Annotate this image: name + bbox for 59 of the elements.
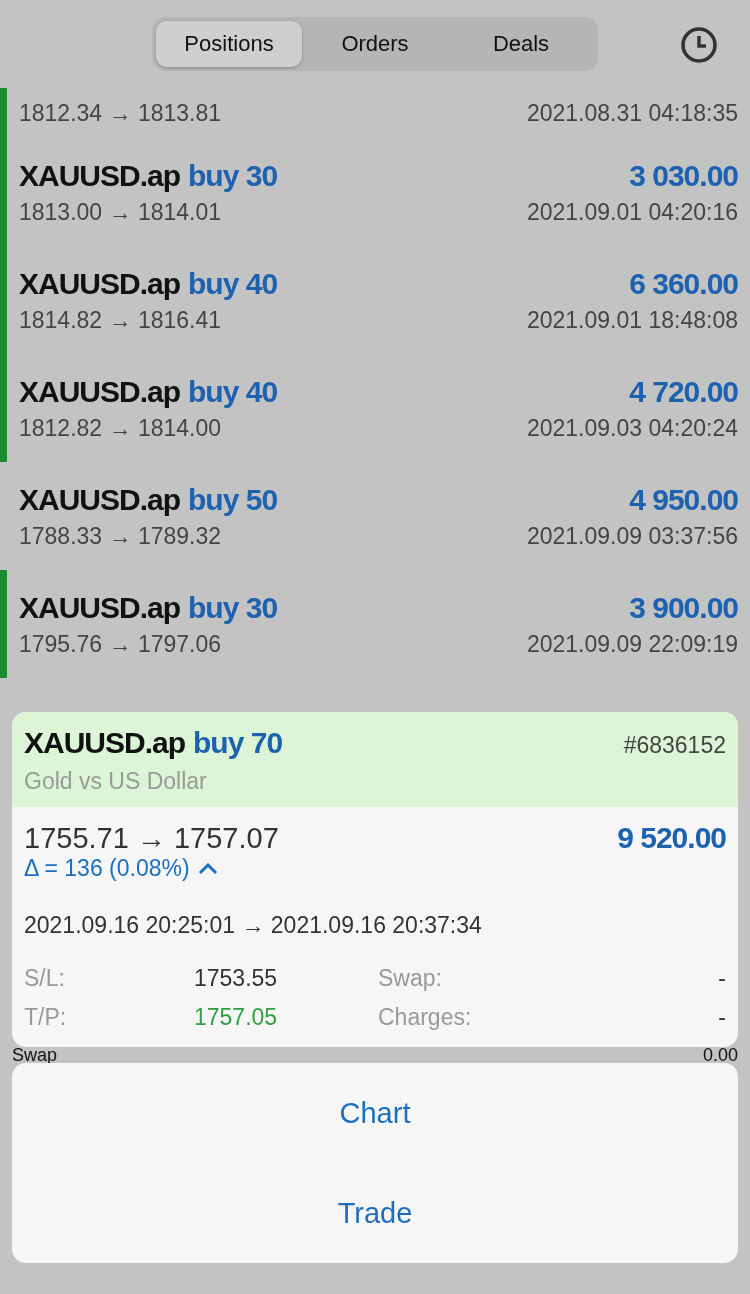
- deal-prices: 1812.82 → 1814.00: [19, 414, 222, 442]
- chevron-up-icon[interactable]: [197, 862, 218, 875]
- deal-time: 2021.09.01 18:48:08: [526, 306, 738, 334]
- deal-side: buy 40: [188, 374, 278, 408]
- deal-side: buy 30: [188, 590, 278, 624]
- deal-prices: 1812.34 → 1813.81: [19, 99, 222, 127]
- deal-profit: 4 950.00: [629, 482, 738, 517]
- deal-row[interactable]: 1812.34 → 1813.81 2021.08.31 04:18:35: [0, 88, 750, 138]
- field-value: 1757.05: [194, 1004, 278, 1031]
- deal-time: 2021.09.09 22:09:19: [526, 630, 738, 658]
- row-label: Swap: [12, 1047, 58, 1063]
- deal-prices: 1813.00 → 1814.01: [19, 198, 222, 226]
- deal-profit: 9 520.00: [617, 821, 726, 855]
- deal-symbol: XAUUSD.ap: [19, 266, 181, 300]
- deal-profit: 3 900.00: [629, 590, 738, 625]
- deal-prices: 1755.71 → 1757.07: [24, 822, 279, 855]
- field-label: Charges:: [378, 1004, 473, 1031]
- deal-time: 2021.09.03 04:20:24: [526, 414, 738, 442]
- deal-profit: 3 030.00: [629, 158, 738, 193]
- history-clock-icon[interactable]: [680, 26, 718, 64]
- deal-prices: 1814.82 → 1816.41: [19, 306, 222, 334]
- field-label: S/L:: [24, 965, 66, 992]
- deal-symbol: XAUUSD.ap: [19, 158, 181, 192]
- segment-tab[interactable]: Orders: [302, 21, 448, 67]
- segment-tab[interactable]: Deals: [448, 21, 594, 67]
- deal-time: 2021.09.01 04:20:16: [526, 198, 738, 226]
- deal-symbol: XAUUSD.ap: [19, 590, 181, 624]
- ticket-number: #6836152: [623, 732, 726, 759]
- deal-side: buy 40: [188, 266, 278, 300]
- deal-symbol: XAUUSD.ap: [24, 726, 186, 759]
- deal-time: 2021.08.31 04:18:35: [526, 99, 738, 127]
- field-value: -: [718, 965, 726, 992]
- row-value: 0.00: [702, 1047, 738, 1063]
- deal-side: buy 50: [188, 482, 278, 516]
- field-value: 1753.55: [194, 965, 278, 992]
- deal-side: buy 30: [188, 158, 278, 192]
- deal-row[interactable]: XAUUSD.ap buy 30 3 900.00 1795.76 → 1797.06 2021.09.09 22:09:19: [0, 570, 750, 678]
- deal-times: 2021.09.16 20:25:01 → 2021.09.16 20:37:34: [24, 912, 483, 939]
- action-button[interactable]: Chart: [12, 1063, 738, 1163]
- deal-prices: 1795.76 → 1797.06: [19, 630, 222, 658]
- symbol-description: Gold vs US Dollar: [24, 768, 208, 795]
- field-value: -: [718, 1004, 726, 1031]
- segment-tab[interactable]: Positions: [156, 21, 302, 67]
- deal-profit: 4 720.00: [629, 374, 738, 409]
- deal-time: 2021.09.09 03:37:56: [526, 522, 738, 550]
- deal-side: buy 70: [193, 726, 283, 759]
- field-label: T/P:: [24, 1004, 68, 1031]
- price-delta[interactable]: Δ = 136 (0.08%): [24, 855, 726, 882]
- deal-row[interactable]: XAUUSD.ap buy 30 3 030.00 1813.00 → 1814.01 2021.09.01 04:20:16: [0, 138, 750, 246]
- deal-symbol: XAUUSD.ap: [19, 482, 181, 516]
- deal-symbol: XAUUSD.ap: [19, 374, 181, 408]
- deal-profit: 6 360.00: [629, 266, 738, 301]
- deal-row[interactable]: XAUUSD.ap buy 40 4 720.00 1812.82 → 1814.00 2021.09.03 04:20:24: [0, 354, 750, 462]
- delta-text: Δ = 136 (0.08%): [24, 855, 190, 882]
- field-label: Swap:: [378, 965, 443, 992]
- deal-prices: 1788.33 → 1789.32: [19, 522, 222, 550]
- action-button[interactable]: Trade: [12, 1163, 738, 1263]
- deal-row[interactable]: XAUUSD.ap buy 40 6 360.00 1814.82 → 1816.41 2021.09.01 18:48:08: [0, 246, 750, 354]
- deal-row[interactable]: XAUUSD.ap buy 50 4 950.00 1788.33 → 1789.32 2021.09.09 03:37:56: [0, 462, 750, 570]
